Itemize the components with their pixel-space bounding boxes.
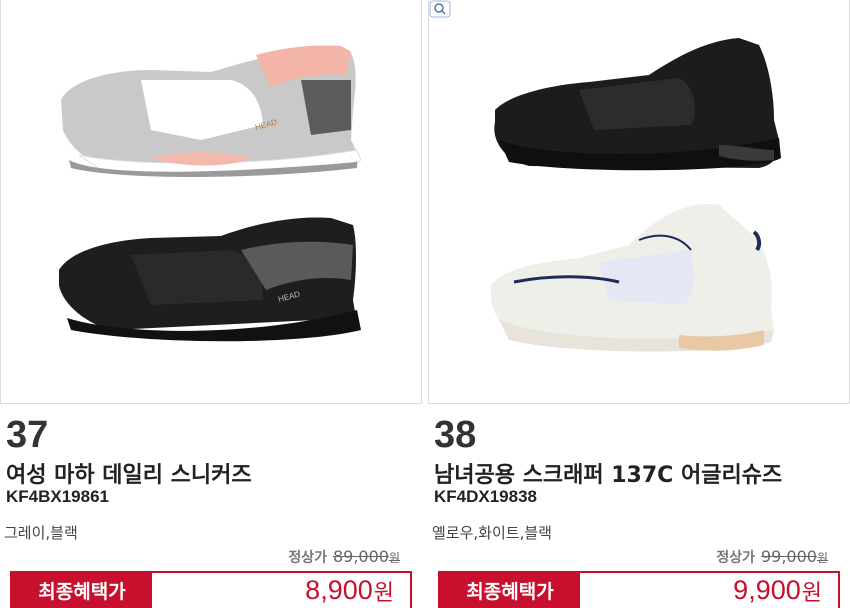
final-price-box: 최종혜택가 9,900 원 xyxy=(438,571,840,608)
regular-price: 정상가 99,000원 xyxy=(716,547,828,567)
final-price-value: 8,900 원 xyxy=(152,573,410,608)
product-code: KF4BX19861 xyxy=(6,487,110,506)
final-price-amount: 8,900 xyxy=(305,575,373,605)
product-colors: 그레이,블랙 xyxy=(4,524,78,542)
final-price-label: 최종혜택가 xyxy=(440,573,580,608)
product-card-38[interactable]: 38 남녀공용 스크래퍼 137C 어글리슈즈 KF4DX19838 옐로우,화… xyxy=(428,0,850,608)
shoe-gray-pink: HEAD xyxy=(61,45,362,177)
zoom-icon[interactable] xyxy=(429,0,451,18)
product-title[interactable]: 남녀공용 스크래퍼 137C 어글리슈즈 xyxy=(434,457,782,489)
regular-price-unit: 원 xyxy=(816,551,828,565)
final-price-amount: 9,900 xyxy=(733,575,801,605)
regular-price-value: 89,000원 xyxy=(333,547,400,566)
product-title[interactable]: 여성 마하 데일리 스니커즈 xyxy=(6,457,252,489)
regular-price-label: 정상가 xyxy=(716,550,755,566)
product-colors: 옐로우,화이트,블랙 xyxy=(432,524,552,542)
product-image-37[interactable]: HEAD HEAD xyxy=(0,0,422,404)
sneaker-pair-image-2 xyxy=(490,38,781,352)
sneaker-pair-image: HEAD HEAD xyxy=(59,45,362,342)
final-price-label: 최종혜택가 xyxy=(12,573,152,608)
regular-price-amount: 89,000 xyxy=(332,547,389,566)
product-number: 37 xyxy=(6,414,49,456)
regular-price-value: 99,000원 xyxy=(761,547,828,566)
shoe-black: HEAD xyxy=(59,217,361,342)
regular-price-amount: 99,000 xyxy=(760,547,817,566)
product-code: KF4DX19838 xyxy=(434,487,538,506)
final-price-box: 최종혜택가 8,900 원 xyxy=(10,571,412,608)
regular-price-unit: 원 xyxy=(388,551,400,565)
final-price-unit: 원 xyxy=(373,580,394,606)
regular-price-label: 정상가 xyxy=(288,550,327,566)
product-number: 38 xyxy=(434,414,477,456)
shoe-black-chunky xyxy=(494,38,781,171)
final-price-value: 9,900 원 xyxy=(580,573,838,608)
shoe-white-chunky xyxy=(490,204,774,352)
product-card-37[interactable]: HEAD HEAD 37 여성 마하 데일리 스니커즈 KF4BX19861 그… xyxy=(0,0,422,608)
product-image-38[interactable] xyxy=(428,0,850,404)
final-price-unit: 원 xyxy=(801,580,822,606)
regular-price: 정상가 89,000원 xyxy=(288,547,400,567)
